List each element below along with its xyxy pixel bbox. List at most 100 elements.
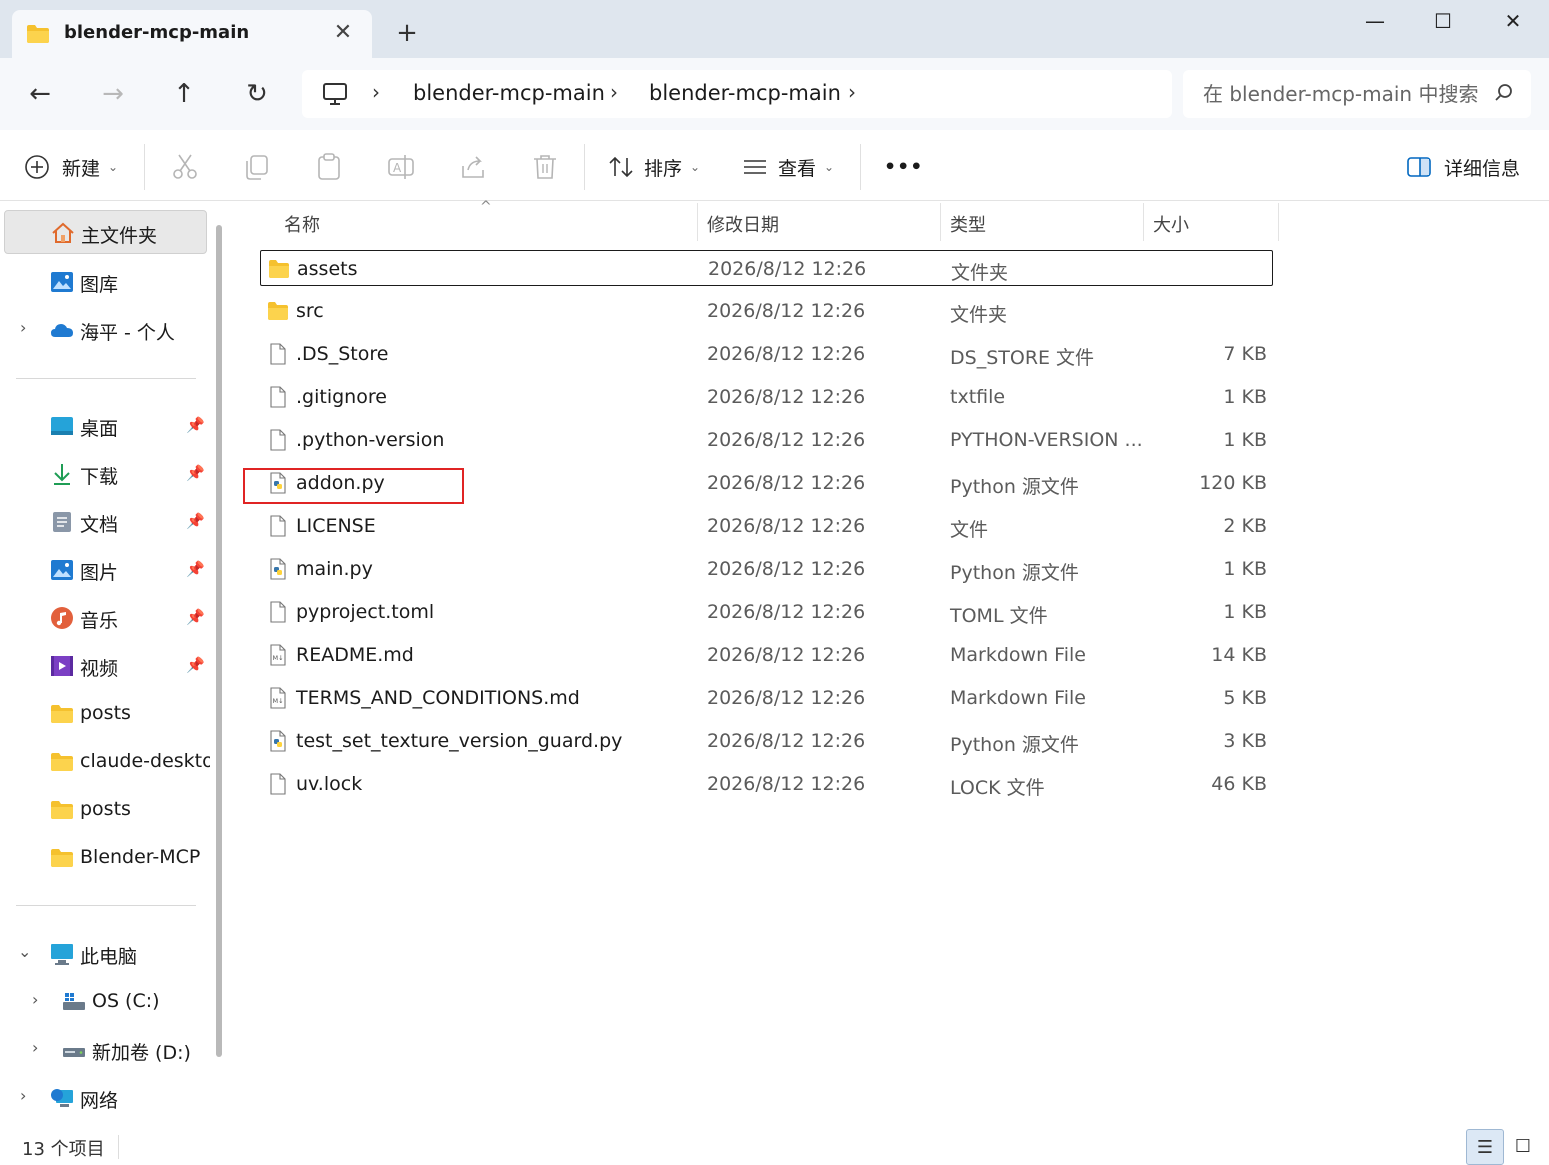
tiles-view-button[interactable]: ☐ xyxy=(1504,1129,1542,1165)
breadcrumb-item[interactable]: blender-mcp-main xyxy=(649,81,841,105)
sidebar-item-onedrive[interactable]: › 海平 - 个人 xyxy=(0,308,210,352)
divider xyxy=(16,905,196,906)
sidebar-item-label: 桌面 xyxy=(80,418,119,440)
chevron-right-icon[interactable]: › xyxy=(20,1086,26,1105)
file-file-icon xyxy=(267,601,289,623)
file-row[interactable]: M↓ TERMS_AND_CONDITIONS.md 2026/8/12 12:26… xyxy=(260,680,1273,716)
search-input[interactable] xyxy=(1203,80,1483,108)
chevron-right-icon[interactable]: › xyxy=(32,990,38,1009)
breadcrumb-separator[interactable]: › xyxy=(610,80,618,104)
pin-icon[interactable]: 📌 xyxy=(186,512,205,530)
share-icon[interactable] xyxy=(458,152,488,182)
sidebar-item-videos[interactable]: 视频 📌 xyxy=(0,644,210,688)
sidebar-item-label: 图片 xyxy=(80,562,119,584)
sidebar-item-desktop[interactable]: 桌面 📌 xyxy=(0,404,210,448)
column-header-name[interactable]: 名称 xyxy=(284,201,320,241)
pin-icon[interactable]: 📌 xyxy=(186,464,205,482)
file-row[interactable]: src 2026/8/12 12:26 文件夹 xyxy=(260,293,1273,329)
up-button[interactable]: ↑ xyxy=(164,76,204,112)
column-divider[interactable] xyxy=(1143,203,1144,241)
sidebar-scrollbar[interactable] xyxy=(216,225,222,1057)
column-header-modified[interactable]: 修改日期 xyxy=(707,201,779,241)
file-file-icon xyxy=(267,386,289,408)
minimize-button[interactable]: — xyxy=(1352,6,1398,36)
chevron-right-icon[interactable]: › xyxy=(20,318,26,337)
new-button[interactable]: 新建 ⌄ xyxy=(24,150,118,184)
sidebar-item-music[interactable]: 音乐 📌 xyxy=(0,596,210,640)
tab-close-button[interactable]: ✕ xyxy=(328,18,358,48)
sort-button[interactable]: 排序 ⌄ xyxy=(608,150,700,184)
file-row[interactable]: pyproject.toml 2026/8/12 12:26 TOML 文件 1 KB xyxy=(260,594,1273,630)
file-type: 文件夹 xyxy=(951,262,1009,284)
new-tab-button[interactable]: + xyxy=(392,18,422,48)
sidebar-item-label: 音乐 xyxy=(80,610,119,632)
forward-button[interactable]: → xyxy=(93,76,133,112)
column-divider[interactable] xyxy=(697,203,698,241)
sidebar-item-label: 下载 xyxy=(80,466,119,488)
file-row[interactable]: test_set_texture_version_guard.py 2026/8/… xyxy=(260,723,1273,759)
file-type: Python 源文件 xyxy=(950,734,1079,756)
divider xyxy=(860,144,861,190)
file-modified-date: 2026/8/12 12:26 xyxy=(707,386,866,408)
sidebar-item-downloads[interactable]: 下载 📌 xyxy=(0,452,210,496)
file-row[interactable]: uv.lock 2026/8/12 12:26 LOCK 文件 46 KB xyxy=(260,766,1273,802)
music-icon xyxy=(51,607,73,629)
sidebar-item-folder[interactable]: posts xyxy=(0,692,210,736)
sidebar-item-drive-c[interactable]: › OS (C:) xyxy=(0,980,210,1024)
column-header-type[interactable]: 类型 xyxy=(950,201,986,241)
address-bar[interactable]: › blender-mcp-main › blender-mcp-main › xyxy=(302,70,1172,118)
tab-blender-mcp-main[interactable]: blender-mcp-main ✕ xyxy=(12,10,372,58)
back-button[interactable]: ← xyxy=(20,76,60,112)
refresh-button[interactable]: ↻ xyxy=(237,76,277,112)
sidebar-item-gallery[interactable]: 图库 xyxy=(0,260,210,304)
pin-icon[interactable]: 📌 xyxy=(186,560,205,578)
maximize-button[interactable]: ☐ xyxy=(1420,6,1466,36)
more-options-button[interactable]: ••• xyxy=(884,150,923,184)
search-box[interactable] xyxy=(1183,70,1531,118)
file-row[interactable]: .DS_Store 2026/8/12 12:26 DS_STORE 文件 7 KB xyxy=(260,336,1273,372)
sidebar-item-home[interactable]: 主文件夹 xyxy=(4,210,207,254)
sidebar-item-this-pc[interactable]: ⌄ 此电脑 xyxy=(0,932,210,976)
sidebar-item-pictures[interactable]: 图片 📌 xyxy=(0,548,210,592)
pin-icon[interactable]: 📌 xyxy=(186,608,205,626)
sidebar-item-folder[interactable]: posts xyxy=(0,788,210,832)
column-divider[interactable] xyxy=(1278,203,1279,241)
file-row[interactable]: .python-version 2026/8/12 12:26 PYTHON-VER… xyxy=(260,422,1273,458)
delete-icon[interactable] xyxy=(530,152,560,182)
file-name: main.py xyxy=(296,558,373,580)
pin-icon[interactable]: 📌 xyxy=(186,416,205,434)
copy-icon[interactable] xyxy=(242,152,272,182)
column-divider[interactable] xyxy=(940,203,941,241)
sidebar-item-folder[interactable]: claude-desktop xyxy=(0,740,210,784)
details-view-button[interactable]: ☰ xyxy=(1466,1129,1504,1165)
file-row[interactable]: M↓ README.md 2026/8/12 12:26 Markdown File 1… xyxy=(260,637,1273,673)
column-header-size[interactable]: 大小 xyxy=(1153,201,1189,241)
sidebar-item-folder[interactable]: Blender-MCP xyxy=(0,836,210,880)
pin-icon[interactable]: 📌 xyxy=(186,656,205,674)
breadcrumb-separator[interactable]: › xyxy=(372,80,380,104)
file-file-icon xyxy=(267,515,289,537)
chevron-right-icon[interactable]: › xyxy=(32,1038,38,1057)
file-row[interactable]: main.py 2026/8/12 12:26 Python 源文件 1 KB xyxy=(260,551,1273,587)
paste-icon[interactable] xyxy=(314,152,344,182)
drive-d-icon xyxy=(63,1048,85,1057)
breadcrumb-item[interactable]: blender-mcp-main xyxy=(413,81,605,105)
file-type: Python 源文件 xyxy=(950,562,1079,584)
divider xyxy=(144,144,145,190)
view-button[interactable]: 查看 ⌄ xyxy=(742,150,834,184)
file-name: TERMS_AND_CONDITIONS.md xyxy=(296,687,580,709)
cut-icon[interactable] xyxy=(170,152,200,182)
close-window-button[interactable]: ✕ xyxy=(1490,6,1536,36)
sidebar-item-documents[interactable]: 文档 📌 xyxy=(0,500,210,544)
chevron-down-icon[interactable]: ⌄ xyxy=(18,942,31,961)
file-row[interactable]: assets 2026/8/12 12:26 文件夹 xyxy=(260,250,1273,286)
file-type: Python 源文件 xyxy=(950,476,1079,498)
sidebar-item-drive-d[interactable]: › 新加卷 (D:) xyxy=(0,1028,210,1072)
file-row[interactable]: LICENSE 2026/8/12 12:26 文件 2 KB xyxy=(260,508,1273,544)
sidebar-item-network[interactable]: › 网络 xyxy=(0,1076,210,1120)
file-row[interactable]: .gitignore 2026/8/12 12:26 txtfile 1 KB xyxy=(260,379,1273,415)
details-pane-button[interactable]: 详细信息 xyxy=(1406,150,1520,184)
rename-icon[interactable]: A xyxy=(386,152,416,182)
breadcrumb-separator[interactable]: › xyxy=(848,80,856,104)
status-bar: 13 个项目 ☰ ☐ xyxy=(0,1127,1549,1165)
